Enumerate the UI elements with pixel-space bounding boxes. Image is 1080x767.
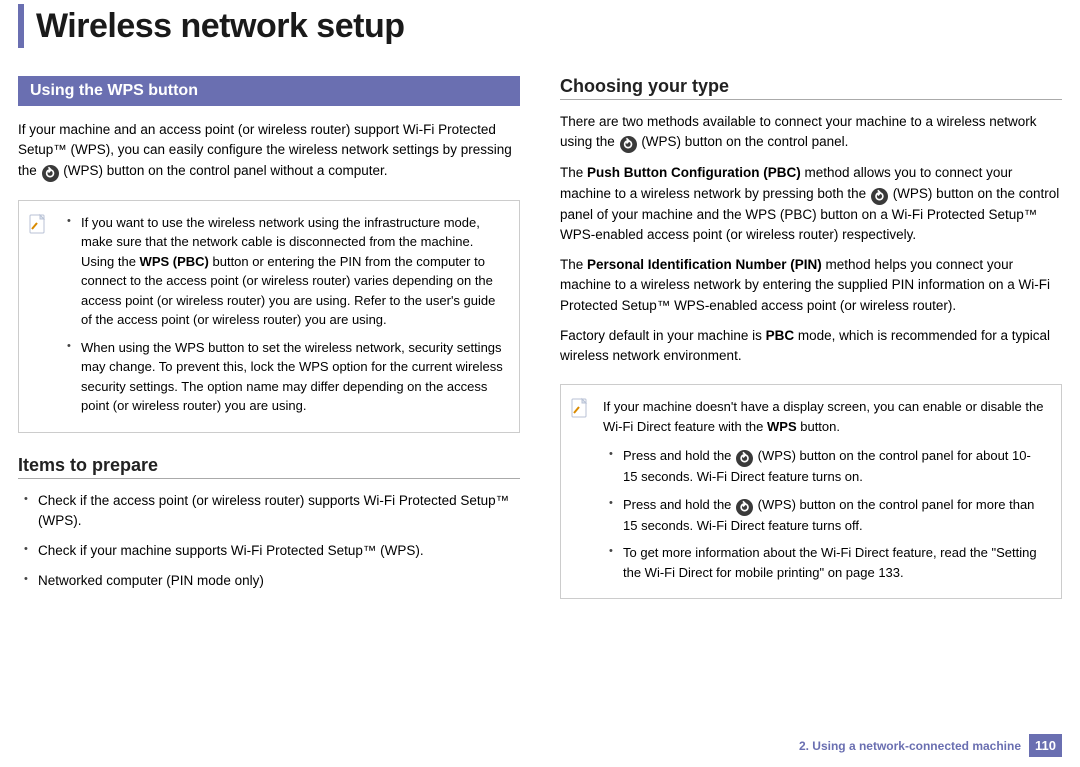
wps-icon	[42, 165, 59, 182]
rule	[18, 478, 520, 479]
note-box: If your machine doesn't have a display s…	[560, 384, 1062, 599]
note-bullet: When using the WPS button to set the wir…	[61, 338, 503, 416]
list-item: Networked computer (PIN mode only)	[18, 571, 520, 591]
page-title-wrap: Wireless network setup	[18, 4, 1062, 48]
text: The	[560, 165, 587, 180]
note-bullet: To get more information about the Wi-Fi …	[603, 543, 1045, 582]
paragraph: The Push Button Configuration (PBC) meth…	[560, 163, 1062, 245]
text-bold: Push Button Configuration (PBC)	[587, 165, 801, 180]
note-bullet: Press and hold the (WPS) button on the c…	[603, 495, 1045, 536]
list-item: Check if the access point (or wireless r…	[18, 491, 520, 532]
title-accent-bar	[18, 4, 24, 48]
section-heading-wps: Using the WPS button	[18, 76, 520, 106]
text: (WPS) button on the control panel.	[641, 134, 848, 149]
note-bullet: Press and hold the (WPS) button on the c…	[603, 446, 1045, 487]
text: button.	[797, 419, 840, 434]
rule	[560, 99, 1062, 100]
paragraph: Factory default in your machine is PBC m…	[560, 326, 1062, 367]
text: Press and hold the	[623, 497, 735, 512]
text-bold: WPS	[767, 419, 797, 434]
note-body: If your machine doesn't have a display s…	[603, 397, 1045, 590]
footer-page-number: 110	[1029, 734, 1062, 757]
text: Factory default in your machine is	[560, 328, 766, 343]
right-column: Choosing your type There are two methods…	[560, 76, 1062, 602]
paragraph: There are two methods available to conne…	[560, 112, 1062, 153]
note-body: If you want to use the wireless network …	[61, 213, 503, 424]
note-box: If you want to use the wireless network …	[18, 200, 520, 433]
items-heading: Items to prepare	[18, 455, 520, 476]
choosing-heading: Choosing your type	[560, 76, 1062, 97]
note-intro: If your machine doesn't have a display s…	[603, 397, 1045, 436]
text-bold: WPS (PBC)	[140, 254, 209, 269]
wps-icon	[620, 136, 637, 153]
text: (WPS) button on the control panel withou…	[63, 163, 387, 178]
note-icon	[27, 213, 51, 424]
items-list: Check if the access point (or wireless r…	[18, 491, 520, 592]
columns: Using the WPS button If your machine and…	[18, 76, 1062, 602]
text: The	[560, 257, 587, 272]
text-bold: Personal Identification Number (PIN)	[587, 257, 822, 272]
text: Press and hold the	[623, 448, 735, 463]
left-column: Using the WPS button If your machine and…	[18, 76, 520, 602]
list-item: Check if your machine supports Wi-Fi Pro…	[18, 541, 520, 561]
paragraph: The Personal Identification Number (PIN)…	[560, 255, 1062, 316]
note-bullet: If you want to use the wireless network …	[61, 213, 503, 330]
footer: 2. Using a network-connected machine 110	[799, 734, 1062, 757]
wps-icon	[736, 499, 753, 516]
wps-icon	[871, 188, 888, 205]
page-title: Wireless network setup	[36, 7, 404, 46]
intro-paragraph: If your machine and an access point (or …	[18, 120, 520, 182]
note-icon	[569, 397, 593, 590]
footer-chapter: 2. Using a network-connected machine	[799, 739, 1021, 753]
text-bold: PBC	[766, 328, 795, 343]
wps-icon	[736, 450, 753, 467]
